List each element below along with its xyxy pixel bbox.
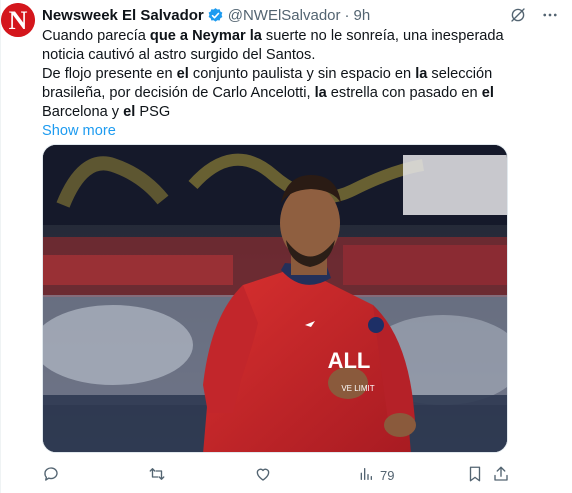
- svg-text:N: N: [9, 6, 28, 35]
- tweet-paragraph-2: De flojo presente en el conjunto paulist…: [42, 66, 494, 120]
- bookmark-icon: [466, 465, 484, 486]
- jersey-sponsor-subtext: VE LIMIT: [341, 384, 374, 393]
- retweet-button[interactable]: [148, 465, 166, 486]
- tweet-image[interactable]: ALL VE LIMIT: [42, 144, 508, 453]
- share-icon: [492, 465, 510, 486]
- player-photo: ALL VE LIMIT: [43, 145, 507, 452]
- reply-icon: [42, 465, 60, 486]
- timestamp[interactable]: 9h: [354, 7, 371, 24]
- show-more-link[interactable]: Show more: [42, 122, 116, 141]
- divider: [0, 0, 1, 493]
- jersey-sponsor-text: ALL: [328, 348, 371, 373]
- author-handle[interactable]: @NWElSalvador: [228, 7, 341, 24]
- views-icon: [358, 466, 374, 485]
- verified-badge-icon: [207, 7, 224, 24]
- views-count: 79: [380, 467, 395, 483]
- retweet-icon: [148, 465, 166, 486]
- views-button[interactable]: 79: [358, 466, 394, 485]
- author-name[interactable]: Newsweek El Salvador: [42, 7, 204, 24]
- reply-button[interactable]: [42, 465, 60, 486]
- avatar[interactable]: N: [1, 3, 35, 37]
- newsweek-logo-icon: N: [1, 3, 35, 37]
- tweet-text: Cuando parecía que a Neymar la suerte no…: [42, 27, 532, 141]
- tweet-card[interactable]: N Newsweek El Salvador @NWElSalvador · 9…: [0, 0, 572, 493]
- separator-dot: ·: [344, 6, 350, 24]
- tweet-actions: 79: [42, 463, 508, 487]
- more-icon[interactable]: [540, 5, 560, 25]
- tweet-header: Newsweek El Salvador @NWElSalvador · 9h: [42, 5, 560, 25]
- share-button[interactable]: [492, 465, 510, 486]
- like-button[interactable]: [254, 465, 272, 486]
- tweet-paragraph-1: Cuando parecía que a Neymar la suerte no…: [42, 28, 504, 63]
- like-icon: [254, 465, 272, 486]
- bookmark-button[interactable]: [466, 465, 484, 486]
- grok-icon[interactable]: [508, 5, 528, 25]
